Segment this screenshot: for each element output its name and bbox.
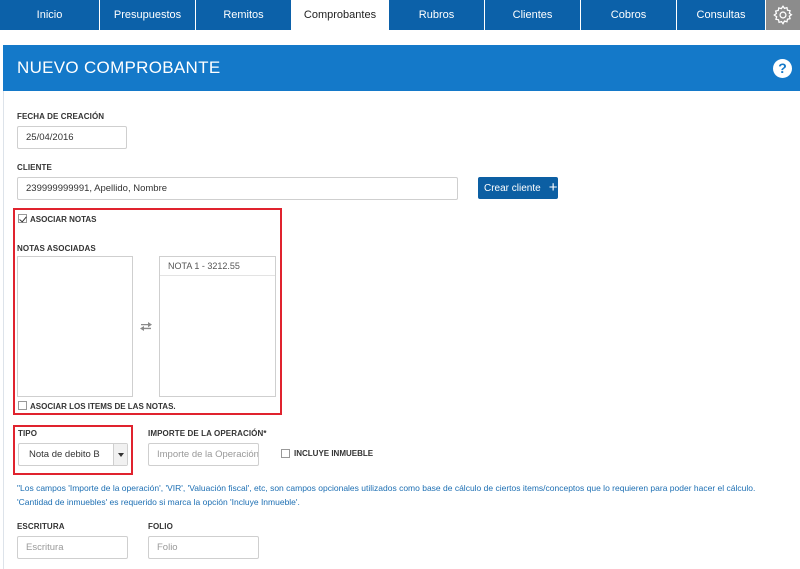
- tab-clientes[interactable]: Clientes: [485, 0, 581, 30]
- tab-rubros[interactable]: Rubros: [389, 0, 485, 30]
- importe-label: IMPORTE DE LA OPERACIÓN*: [148, 429, 267, 438]
- cliente-input-text[interactable]: [26, 183, 457, 194]
- tipo-select[interactable]: Nota de debito B: [18, 443, 128, 466]
- tab-comprobantes[interactable]: Comprobantes: [292, 0, 389, 30]
- crear-cliente-label: Crear cliente: [484, 182, 541, 194]
- escritura-label: ESCRITURA: [17, 522, 65, 531]
- top-navigation: Inicio Presupuestos Remitos Comprobantes…: [0, 0, 800, 30]
- asociar-notas-label: ASOCIAR NOTAS: [30, 215, 97, 224]
- escritura-input-text[interactable]: [26, 542, 127, 553]
- question-icon[interactable]: ?: [773, 59, 792, 78]
- importe-input[interactable]: [148, 443, 259, 466]
- cliente-label: CLIENTE: [17, 163, 52, 172]
- tab-inicio[interactable]: Inicio: [0, 0, 100, 30]
- tab-remitos[interactable]: Remitos: [196, 0, 292, 30]
- page-title: NUEVO COMPROBANTE: [17, 58, 221, 77]
- swap-arrows-icon[interactable]: [139, 321, 153, 331]
- folio-label: FOLIO: [148, 522, 173, 531]
- asociar-items-checkbox[interactable]: [18, 401, 27, 410]
- plus-icon: +: [548, 179, 558, 196]
- notas-seleccionadas-list[interactable]: NOTA 1 - 3212.55: [159, 256, 276, 397]
- gear-icon: [773, 5, 793, 25]
- notas-disponibles-list[interactable]: [17, 256, 133, 397]
- page-header: NUEVO COMPROBANTE ?: [3, 45, 800, 91]
- chevron-down-icon[interactable]: [113, 444, 127, 465]
- asociar-items-label: ASOCIAR LOS ITEMS DE LAS NOTAS.: [30, 402, 176, 411]
- fecha-label: FECHA DE CREACIÓN: [17, 112, 105, 121]
- fecha-input-text[interactable]: [26, 132, 126, 143]
- folio-input[interactable]: [148, 536, 259, 559]
- tipo-label: TIPO: [18, 429, 38, 438]
- incluye-inmueble-checkbox[interactable]: [281, 449, 290, 458]
- cliente-input[interactable]: [17, 177, 458, 200]
- settings-button[interactable]: [766, 0, 800, 30]
- info-note: "Los campos 'Importe de la operación', '…: [17, 483, 756, 507]
- notas-asociadas-label: NOTAS ASOCIADAS: [17, 244, 96, 253]
- incluye-inmueble-label: INCLUYE INMUEBLE: [294, 449, 374, 458]
- folio-input-text[interactable]: [157, 542, 258, 553]
- tab-cobros[interactable]: Cobros: [581, 0, 677, 30]
- crear-cliente-button[interactable]: Crear cliente +: [478, 177, 558, 199]
- tipo-select-value: Nota de debito B: [29, 449, 100, 460]
- fecha-input[interactable]: [17, 126, 127, 149]
- asociar-notas-checkbox[interactable]: [18, 214, 27, 223]
- list-item[interactable]: NOTA 1 - 3212.55: [160, 257, 275, 276]
- tab-presupuestos[interactable]: Presupuestos: [100, 0, 196, 30]
- escritura-input[interactable]: [17, 536, 128, 559]
- importe-input-text[interactable]: [157, 449, 258, 460]
- tab-consultas[interactable]: Consultas: [677, 0, 766, 30]
